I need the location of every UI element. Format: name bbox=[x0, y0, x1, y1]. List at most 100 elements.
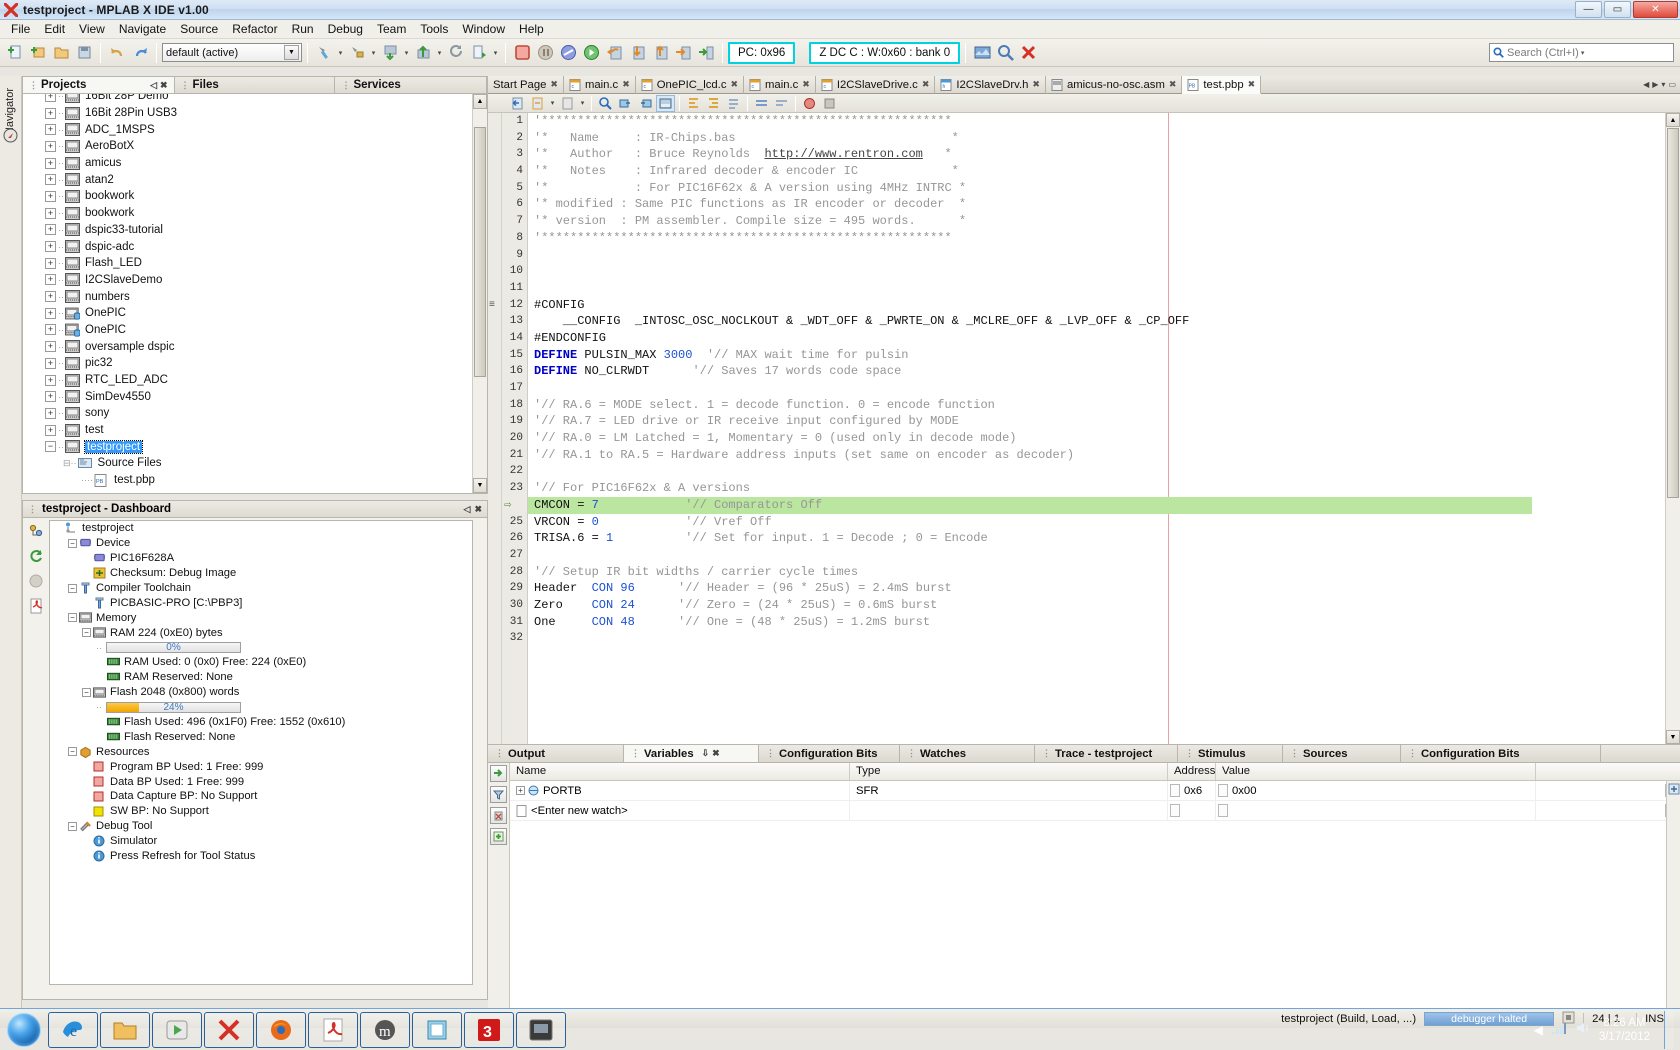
tree-expander[interactable]: + bbox=[45, 391, 56, 402]
clean-build-button[interactable] bbox=[346, 42, 368, 64]
code-line[interactable]: DEFINE PULSIN_MAX 3000 '// MAX wait time… bbox=[528, 347, 1665, 364]
value-cell-button[interactable] bbox=[1218, 804, 1228, 817]
close-icon[interactable]: ✖ bbox=[802, 79, 810, 90]
code-line[interactable]: '* modified : Same PIC functions as IR e… bbox=[528, 196, 1665, 213]
editor-tab-onepic-lcd-c[interactable]: cOnePIC_lcd.c✖ bbox=[636, 76, 744, 94]
tab-list-icon[interactable]: ▾ bbox=[1661, 80, 1665, 89]
editor-tab-i2cslavedrv-h[interactable]: hI2CSlaveDrv.h✖ bbox=[935, 76, 1046, 94]
editor-tab-main-c[interactable]: cmain.c✖ bbox=[564, 76, 636, 94]
start-button[interactable] bbox=[0, 1011, 48, 1049]
project-tree-item[interactable]: +··bookwork bbox=[23, 205, 487, 222]
dashboard-minimize-icon[interactable]: ◁ bbox=[464, 504, 471, 515]
dashboard-row[interactable]: RAM Used: 0 (0x0) Free: 224 (0xE0) bbox=[50, 655, 472, 670]
editor-vertical-scrollbar[interactable]: ▲ ▼ bbox=[1665, 113, 1680, 744]
last-edit-icon[interactable] bbox=[558, 95, 577, 112]
code-line[interactable]: '* Name : IR-Chips.bas * bbox=[528, 130, 1665, 147]
dashboard-row[interactable]: −Debug Tool bbox=[50, 819, 472, 834]
step-out-button[interactable] bbox=[649, 42, 671, 64]
editor-tab-test-pbp[interactable]: PBtest.pbp✖ bbox=[1182, 76, 1261, 94]
pause-button[interactable] bbox=[534, 42, 556, 64]
project-tree-item[interactable]: +··RTC_LED_ADC bbox=[23, 372, 487, 389]
watch-filter-icon[interactable] bbox=[490, 786, 507, 803]
dashboard-row[interactable]: Press Refresh for Tool Status bbox=[50, 849, 472, 864]
project-tree-item[interactable]: +··AeroBotX bbox=[23, 138, 487, 155]
taskbar-office-icon[interactable] bbox=[412, 1012, 462, 1048]
code-line[interactable] bbox=[528, 280, 1665, 297]
tab-scroll-left-icon[interactable]: ◀ bbox=[1643, 80, 1649, 89]
dashboard-row[interactable]: SW BP: No Support bbox=[50, 804, 472, 819]
stop-debug-button[interactable] bbox=[511, 42, 533, 64]
editor-tab-main-c[interactable]: cmain.c✖ bbox=[744, 76, 816, 94]
table-row[interactable]: +PORTBSFR0x60x00 bbox=[510, 781, 1680, 801]
project-child-item[interactable]: ⊟··Source Files bbox=[23, 455, 487, 472]
tree-expander[interactable]: + bbox=[45, 408, 56, 419]
tray-expand-icon[interactable]: ◀ bbox=[1534, 1023, 1543, 1037]
project-tree-item[interactable]: +··oversample dspic bbox=[23, 338, 487, 355]
code-line[interactable]: Zero CON 24 '// Zero = (24 * 25uS) = 0.6… bbox=[528, 597, 1665, 614]
taskbar-app-icon[interactable]: m bbox=[360, 1012, 410, 1048]
table-row[interactable]: <Enter new watch> bbox=[510, 801, 1680, 821]
code-line[interactable]: TRISA.6 = 1 '// Set for input. 1 = Decod… bbox=[528, 530, 1665, 547]
bottom-tab-variables[interactable]: ⋮Variables⇩✖ bbox=[624, 745, 759, 762]
dashboard-row[interactable]: RAM Reserved: None bbox=[50, 670, 472, 685]
code-line[interactable]: '* Notes : Infrared decoder & encoder IC… bbox=[528, 163, 1665, 180]
dashboard-row[interactable]: −Flash 2048 (0x800) words bbox=[50, 685, 472, 700]
project-tree-item[interactable]: +··amicus bbox=[23, 155, 487, 172]
project-tree-item[interactable]: +··numbers bbox=[23, 288, 487, 305]
tree-expander[interactable]: + bbox=[45, 341, 56, 352]
menu-item-edit[interactable]: Edit bbox=[37, 20, 72, 38]
previous-bookmark-icon[interactable] bbox=[616, 95, 635, 112]
watch-add-new-icon[interactable] bbox=[490, 828, 507, 845]
code-line[interactable]: '* version : PM assembler. Compile size … bbox=[528, 213, 1665, 230]
tree-expander[interactable]: + bbox=[45, 158, 56, 169]
clean-dropdown-icon[interactable]: ▾ bbox=[369, 42, 378, 64]
code-line[interactable]: '***************************************… bbox=[528, 113, 1665, 130]
tray-network-icon[interactable] bbox=[1551, 1021, 1567, 1038]
tree-expander[interactable]: + bbox=[45, 358, 56, 369]
dashboard-row[interactable]: PIC16F628A bbox=[50, 551, 472, 566]
project-tree-item[interactable]: +··dspic33-tutorial bbox=[23, 222, 487, 239]
find-selection-icon[interactable] bbox=[596, 95, 615, 112]
toggle-bookmark-icon[interactable] bbox=[656, 95, 675, 112]
upload-dropdown-icon[interactable]: ▾ bbox=[435, 42, 444, 64]
project-tree-item[interactable]: +··I2CSlaveDemo bbox=[23, 272, 487, 289]
code-text-area[interactable]: '***************************************… bbox=[528, 113, 1665, 744]
code-line[interactable] bbox=[528, 463, 1665, 480]
breakpoint-icon[interactable] bbox=[800, 95, 819, 112]
bottom-tab-configuration-bits[interactable]: ⋮Configuration Bits bbox=[759, 745, 900, 762]
editor-scroll-down-icon[interactable]: ▼ bbox=[1666, 730, 1680, 744]
pane-tab-files[interactable]: ⋮Files bbox=[175, 77, 336, 93]
project-tree-item[interactable]: +··atan2 bbox=[23, 171, 487, 188]
chevron-down-icon[interactable]: ▼ bbox=[284, 45, 299, 60]
code-line[interactable] bbox=[528, 380, 1665, 397]
undo-button[interactable] bbox=[106, 42, 128, 64]
project-tree-item[interactable]: +··OnePIC bbox=[23, 322, 487, 339]
menu-item-window[interactable]: Window bbox=[455, 20, 512, 38]
project-tree-item[interactable]: +··Flash_LED bbox=[23, 255, 487, 272]
taskbar-pdf-icon[interactable] bbox=[308, 1012, 358, 1048]
tray-volume-icon[interactable] bbox=[1575, 1021, 1591, 1038]
projects-scrollbar[interactable]: ▲ ▼ bbox=[472, 94, 487, 493]
refresh-debug-button[interactable] bbox=[445, 42, 467, 64]
project-tree-item[interactable]: +··test bbox=[23, 422, 487, 439]
build-project-button[interactable] bbox=[313, 42, 335, 64]
tree-expander[interactable]: + bbox=[45, 425, 56, 436]
code-line[interactable] bbox=[528, 247, 1665, 264]
format-icon[interactable] bbox=[724, 95, 743, 112]
tree-expander[interactable]: + bbox=[45, 308, 56, 319]
search-input[interactable]: Search (Ctrl+I) ▾ bbox=[1489, 43, 1674, 62]
scroll-up-icon[interactable]: ▲ bbox=[473, 94, 487, 109]
reset-button[interactable] bbox=[557, 42, 579, 64]
tab-scroll-right-icon[interactable]: ▶ bbox=[1652, 80, 1658, 89]
close-all-button[interactable] bbox=[1017, 42, 1039, 64]
close-icon[interactable]: ✖ bbox=[1169, 79, 1177, 90]
editor-scrollbar-thumb[interactable] bbox=[1667, 128, 1679, 498]
taskbar-explorer-icon[interactable] bbox=[100, 1012, 150, 1048]
minimize-button[interactable]: — bbox=[1575, 1, 1602, 18]
set-pc-button[interactable] bbox=[695, 42, 717, 64]
tree-expander[interactable]: + bbox=[45, 258, 56, 269]
taskbar-mplab-icon[interactable] bbox=[204, 1012, 254, 1048]
project-tree-item[interactable]: +··dspic-adc bbox=[23, 238, 487, 255]
close-icon[interactable]: ✖ bbox=[712, 748, 720, 759]
show-desktop-button[interactable] bbox=[1664, 1011, 1674, 1049]
